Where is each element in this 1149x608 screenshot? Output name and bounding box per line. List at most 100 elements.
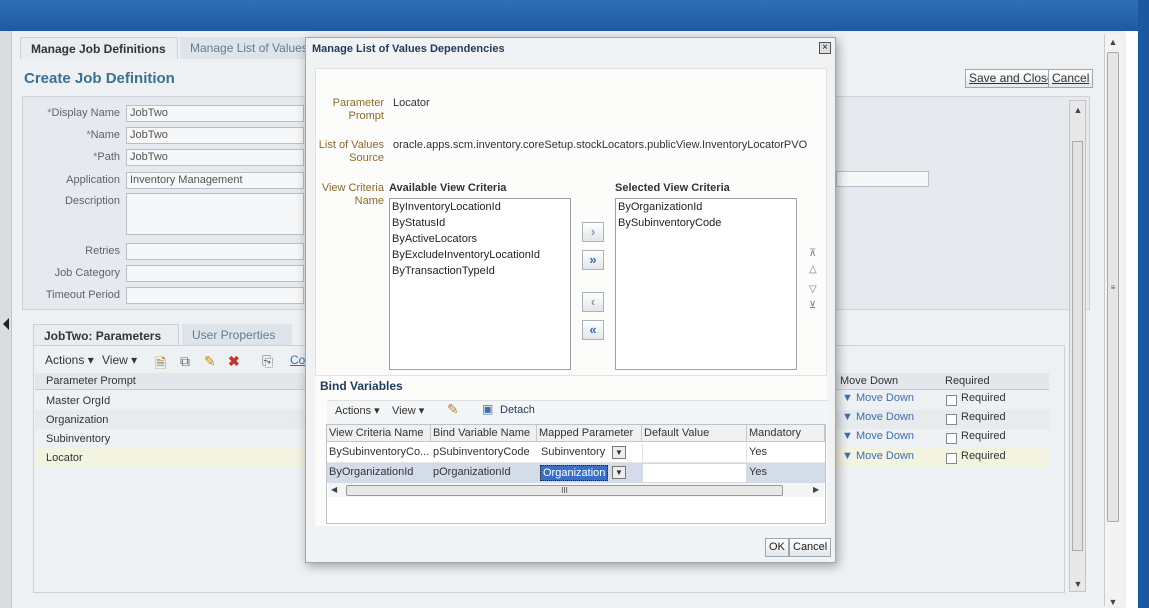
move-right-icon[interactable]: › [582, 222, 604, 242]
move-down-link[interactable]: ▼ Move Down [842, 411, 914, 423]
required-checkbox[interactable] [946, 414, 957, 425]
required-checkbox[interactable] [946, 453, 957, 464]
hscroll-thumb[interactable]: III [346, 485, 783, 496]
col-bind-variable-name: Bind Variable Name [431, 425, 537, 442]
param-prompt-cell: Subinventory [46, 433, 111, 445]
col-move-down: Move Down [840, 375, 899, 387]
description-field[interactable] [126, 193, 304, 235]
list-item[interactable]: ByExcludeInventoryLocationId [392, 249, 540, 261]
list-item[interactable]: ByTransactionTypeId [392, 265, 495, 277]
selected-view-criteria-heading: Selected View Criteria [615, 182, 730, 194]
bind-variable-cell: pSubinventoryCode [433, 446, 530, 458]
timeout-period-field[interactable] [126, 287, 304, 304]
criteria-cell: ByOrganizationId [329, 466, 414, 478]
required-checkbox[interactable] [946, 433, 957, 444]
chevron-down-icon[interactable]: ▼ [612, 446, 626, 459]
duplicate-icon[interactable]: ⧉ [180, 353, 190, 370]
collapse-left-icon[interactable] [3, 318, 9, 330]
list-item[interactable]: ByActiveLocators [392, 233, 477, 245]
partial-input-field[interactable] [836, 171, 929, 187]
move-left-icon[interactable]: ‹ [582, 292, 604, 312]
criteria-cell: BySubinventoryCo... [329, 446, 430, 458]
param-prompt-cell: Master OrgId [46, 395, 111, 407]
application-field[interactable]: Inventory Management [126, 172, 304, 189]
selected-criteria-list[interactable]: ByOrganizationId BySubinventoryCode [615, 198, 797, 370]
chevron-down-icon[interactable]: ▼ [612, 466, 626, 479]
path-field[interactable]: JobTwo [126, 149, 304, 166]
required-label: Required [961, 430, 1006, 442]
edit-pencil-icon[interactable]: ✎ [447, 401, 459, 418]
mapped-parameter-select[interactable]: Organization [540, 465, 608, 481]
dialog-body: Parameter Prompt Locator List of Values … [315, 68, 827, 376]
save-and-close-button[interactable]: Save and Close [965, 69, 1058, 88]
mandatory-cell: Yes [749, 466, 767, 478]
col-mapped-parameter: Mapped Parameter [537, 425, 642, 442]
view-criteria-name-label: View Criteria Name [321, 182, 384, 207]
move-all-right-icon[interactable]: » [582, 250, 604, 270]
detach-icon[interactable]: ▣ [482, 402, 493, 416]
form-scroll-down-icon[interactable]: ▼ [1073, 579, 1083, 589]
move-down-link[interactable]: ▼ Move Down [842, 450, 914, 462]
cancel-button[interactable]: Cancel [1048, 69, 1094, 88]
form-scroll-thumb[interactable] [1072, 141, 1083, 551]
bind-actions-menu[interactable]: Actions ▾ [335, 404, 380, 417]
move-up-icon[interactable]: △ [809, 264, 817, 275]
tab-manage-list-of-values[interactable]: Manage List of Values [180, 37, 306, 59]
parameter-prompt-value: Locator [393, 97, 430, 109]
display-name-field[interactable]: JobTwo [126, 105, 304, 122]
move-bottom-icon[interactable]: ⊻ [809, 300, 816, 311]
name-label: *Name [86, 129, 120, 141]
dialog-title: Manage List of Values Dependencies [312, 43, 505, 55]
col-view-criteria-name: View Criteria Name [327, 425, 431, 442]
move-down-link[interactable]: ▼ Move Down [842, 430, 914, 442]
move-all-left-icon[interactable]: « [582, 320, 604, 340]
hierarchy-icon[interactable]: ⎘ [262, 353, 273, 370]
scroll-up-icon[interactable]: ▲ [1108, 37, 1118, 47]
detach-button[interactable]: Detach [500, 404, 535, 416]
bind-variables-table: View Criteria Name Bind Variable Name Ma… [326, 424, 826, 524]
scroll-thumb[interactable]: ≡ [1107, 52, 1119, 522]
move-down-link[interactable]: ▼ Move Down [842, 392, 914, 404]
move-down-icon[interactable]: ▽ [809, 284, 817, 295]
bind-view-menu[interactable]: View ▾ [392, 404, 424, 417]
default-value-cell[interactable] [642, 463, 747, 483]
delete-icon[interactable]: ✖ [228, 353, 240, 370]
parameter-prompt-label: Parameter Prompt [332, 97, 384, 122]
available-criteria-list[interactable]: ByInventoryLocationId ByStatusId ByActiv… [389, 198, 571, 370]
scroll-left-icon[interactable]: ◀ [331, 485, 337, 494]
scroll-right-icon[interactable]: ▶ [813, 485, 819, 494]
list-item[interactable]: ByStatusId [392, 217, 445, 229]
lov-dependencies-dialog: Manage List of Values Dependencies × Par… [305, 37, 836, 563]
default-value-cell[interactable] [642, 443, 747, 463]
params-actions-menu[interactable]: Actions ▾ [45, 353, 94, 367]
page-scrollbar[interactable]: ▲ ≡ ▼ [1104, 34, 1121, 607]
params-view-menu[interactable]: View ▾ [102, 353, 137, 367]
required-label: Required [961, 411, 1006, 423]
move-top-icon[interactable]: ⊼ [809, 248, 816, 259]
retries-field[interactable] [126, 243, 304, 260]
bind-table-hscrollbar[interactable]: ◀ III ▶ [328, 483, 824, 497]
list-item[interactable]: BySubinventoryCode [618, 217, 721, 229]
co-link-fragment[interactable]: Co [290, 353, 305, 367]
ok-button[interactable]: OK [765, 538, 789, 557]
col-mandatory: Mandatory [747, 425, 825, 442]
list-item[interactable]: ByInventoryLocationId [392, 201, 501, 213]
job-category-field[interactable] [126, 265, 304, 282]
form-scroll-up-icon[interactable]: ▲ [1073, 105, 1083, 115]
tab-manage-job-definitions[interactable]: Manage Job Definitions [20, 37, 178, 59]
mapped-parameter-select[interactable]: Subinventory [539, 445, 609, 461]
tab-parameters[interactable]: JobTwo: Parameters [33, 324, 179, 346]
tab-user-properties[interactable]: User Properties [182, 324, 292, 346]
lov-source-label: List of Values Source [318, 139, 384, 164]
list-item[interactable]: ByOrganizationId [618, 201, 702, 213]
required-checkbox[interactable] [946, 395, 957, 406]
form-scrollbar[interactable]: ▲ ▼ [1069, 100, 1086, 592]
path-label: *Path [93, 151, 120, 163]
scroll-down-icon[interactable]: ▼ [1108, 597, 1118, 607]
name-field[interactable]: JobTwo [126, 127, 304, 144]
edit-pencil-icon[interactable]: ✎ [204, 353, 216, 370]
top-banner [0, 0, 1149, 31]
close-icon[interactable]: × [819, 42, 831, 54]
dialog-cancel-button[interactable]: Cancel [789, 538, 832, 557]
required-label: Required [961, 450, 1006, 462]
